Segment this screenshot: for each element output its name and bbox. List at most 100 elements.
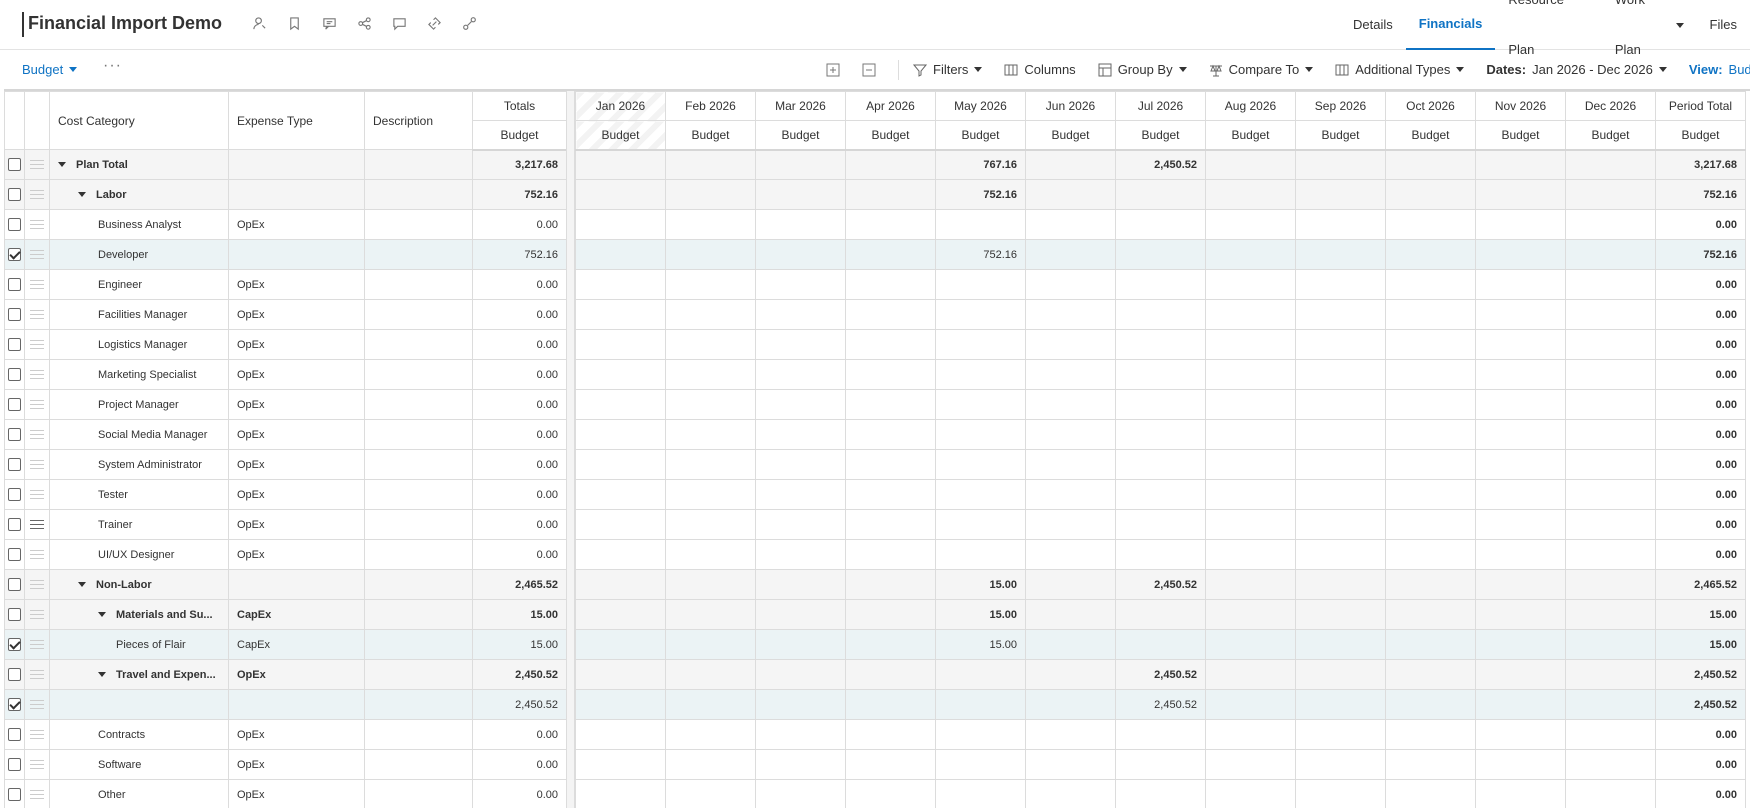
month-budget-cell[interactable] [1025,449,1116,480]
month-budget-cell[interactable] [1475,689,1566,720]
month-budget-cell[interactable] [1295,659,1386,690]
month-budget-cell[interactable] [1205,509,1296,540]
month-budget-cell[interactable] [575,539,666,570]
month-budget-cell[interactable] [1295,239,1386,270]
month-budget-cell[interactable] [1025,689,1116,720]
month-budget-cell[interactable] [1025,299,1116,330]
month-budget-cell[interactable] [665,629,756,660]
drag-handle-icon[interactable] [30,307,44,322]
row-checkbox[interactable] [8,728,21,741]
month-budget-cell[interactable] [1385,299,1476,330]
month-budget-cell[interactable] [935,749,1026,780]
row-checkbox[interactable] [8,608,21,621]
totals-budget-cell[interactable]: 0.00 [472,359,567,390]
month-budget-cell[interactable] [665,359,756,390]
table-row[interactable]: Non-Labor 2,465.52 [4,569,567,600]
month-budget-cell[interactable] [575,749,666,780]
tab-files[interactable]: Files [1697,0,1750,50]
month-budget-cell[interactable] [755,599,846,630]
month-budget-cell[interactable] [1205,599,1296,630]
month-budget-cell[interactable] [935,299,1026,330]
month-budget-cell[interactable] [755,629,846,660]
month-budget-cell[interactable] [1385,779,1476,808]
compare-to-button[interactable]: Compare To [1209,62,1314,77]
month-budget-cell[interactable] [845,509,936,540]
month-budget-cell[interactable] [1475,779,1566,808]
drag-handle-icon[interactable] [30,277,44,292]
description-cell[interactable] [364,629,473,660]
table-row[interactable]: Logistics Manager OpEx 0.00 [4,329,567,360]
month-budget-cell[interactable] [575,179,666,210]
more-options-button[interactable]: ··· [103,57,122,75]
month-budget-cell[interactable] [1025,569,1116,600]
month-budget-cell[interactable] [1115,329,1206,360]
month-budget-cell[interactable] [1295,689,1386,720]
drag-handle-icon[interactable] [30,607,44,622]
month-budget-cell[interactable] [1295,479,1386,510]
drag-handle-icon[interactable] [30,637,44,652]
month-budget-cell[interactable] [935,539,1026,570]
cost-category-header[interactable]: Cost Category [49,91,229,150]
month-budget-cell[interactable] [1475,239,1566,270]
month-budget-cell[interactable] [1295,359,1386,390]
drag-handle-icon[interactable] [30,157,44,172]
table-row[interactable]: 0.00 [575,479,1746,510]
expense-type-cell[interactable] [228,569,365,600]
month-budget-cell[interactable] [845,149,936,180]
drag-handle-icon[interactable] [30,247,44,262]
table-row[interactable]: System Administrator OpEx 0.00 [4,449,567,480]
drag-handle-icon[interactable] [30,787,44,802]
expense-type-cell[interactable] [228,689,365,720]
month-budget-cell[interactable] [1025,209,1116,240]
row-checkbox[interactable] [8,188,21,201]
month-budget-cell[interactable] [1475,269,1566,300]
month-budget-cell[interactable] [755,719,846,750]
month-budget-cell[interactable] [1205,569,1296,600]
month-budget-cell[interactable]: 752.16 [935,239,1026,270]
month-budget-cell[interactable] [755,689,846,720]
table-row[interactable]: Social Media Manager OpEx 0.00 [4,419,567,450]
month-budget-cell[interactable] [665,539,756,570]
month-budget-cell[interactable] [1115,389,1206,420]
table-row[interactable]: Labor 752.16 [4,179,567,210]
month-budget-cell[interactable] [1025,749,1116,780]
month-budget-cell[interactable]: 2,450.52 [1115,149,1206,180]
drag-handle-icon[interactable] [30,217,44,232]
month-budget-cell[interactable] [1115,479,1206,510]
table-row[interactable]: 2,450.52 2,450.52 [575,689,1746,720]
month-budget-cell[interactable] [1565,329,1656,360]
month-budget-cell[interactable]: 767.16 [935,149,1026,180]
table-row[interactable]: 767.16 2,450.52 3,217.68 [575,149,1746,180]
month-budget-cell[interactable] [845,389,936,420]
month-budget-cell[interactable] [1565,779,1656,808]
collapse-all-button[interactable] [862,63,876,77]
month-budget-cell[interactable] [1475,299,1566,330]
table-row[interactable]: 0.00 [575,209,1746,240]
month-budget-cell[interactable] [665,239,756,270]
row-checkbox[interactable] [8,398,21,411]
drag-handle-icon[interactable] [30,667,44,682]
month-budget-cell[interactable] [1565,479,1656,510]
filters-button[interactable]: Filters [913,62,983,77]
month-budget-cell[interactable] [1025,629,1116,660]
description-cell[interactable] [364,269,473,300]
expense-type-cell[interactable] [228,239,365,270]
table-row[interactable]: 0.00 [575,539,1746,570]
month-budget-cell[interactable] [1385,509,1476,540]
month-budget-cell[interactable] [1385,209,1476,240]
expense-type-cell[interactable]: CapEx [228,629,365,660]
month-budget-cell[interactable] [1565,269,1656,300]
month-budget-cell[interactable] [665,149,756,180]
month-budget-cell[interactable] [665,509,756,540]
row-checkbox[interactable] [8,278,21,291]
month-budget-cell[interactable] [935,479,1026,510]
totals-budget-cell[interactable]: 0.00 [472,509,567,540]
pane-splitter[interactable] [566,91,575,808]
month-budget-cell[interactable] [755,269,846,300]
month-budget-cell[interactable] [755,359,846,390]
month-budget-cell[interactable] [1205,539,1296,570]
month-budget-cell[interactable] [1025,509,1116,540]
month-budget-cell[interactable] [1025,659,1116,690]
description-cell[interactable] [364,149,473,180]
month-budget-cell[interactable] [1565,539,1656,570]
